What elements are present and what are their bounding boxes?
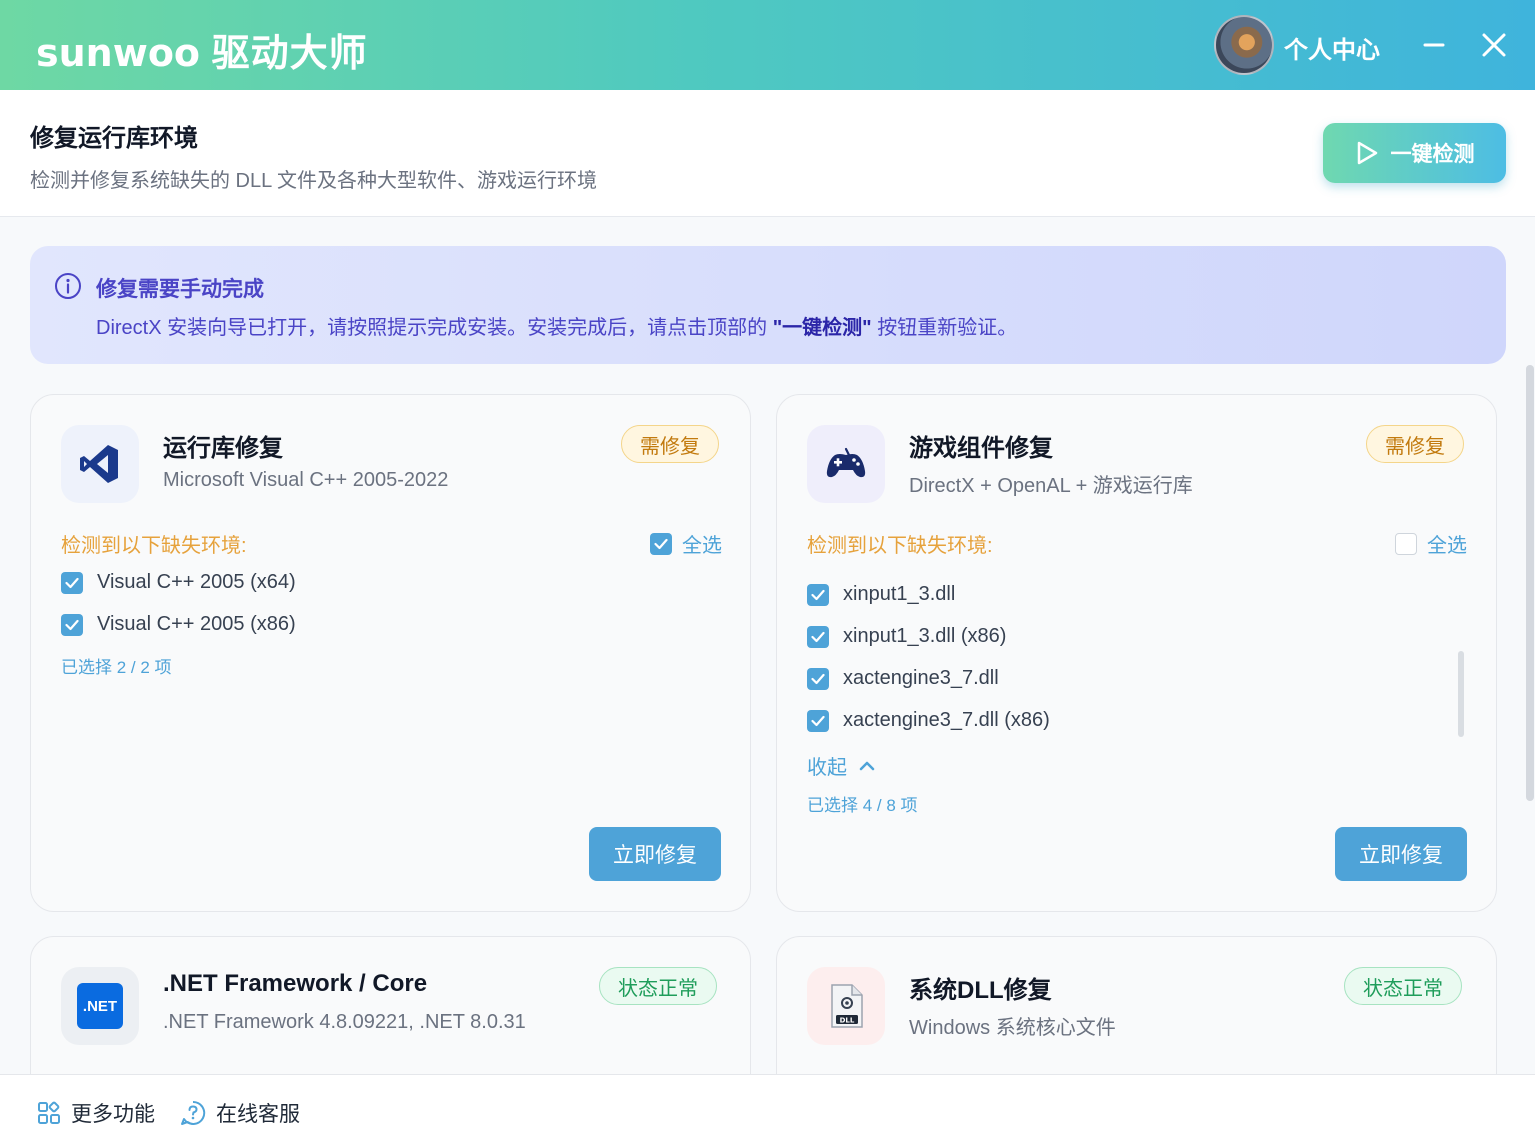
- minimize-icon: [1423, 43, 1445, 47]
- online-support-link[interactable]: 在线客服: [180, 1098, 300, 1128]
- card-icon-wrap: .NET: [61, 967, 139, 1045]
- missing-env-label: 检测到以下缺失环境:: [807, 535, 993, 557]
- missing-item-checkbox[interactable]: Visual C++ 2005 (x64): [61, 571, 296, 594]
- missing-item-checkbox[interactable]: xinput1_3.dll (x86): [807, 625, 1006, 648]
- notice-banner: 修复需要手动完成 DirectX 安装向导已打开，请按照提示完成安装。安装完成后…: [30, 246, 1506, 364]
- brand-name-en: sunwoo: [36, 31, 201, 75]
- selected-count: 已选择 2 / 2 项: [61, 658, 172, 677]
- app-logo: sunwoo 驱动大师: [36, 22, 368, 77]
- card-title: 游戏组件修复: [909, 435, 1053, 462]
- svg-text:DLL: DLL: [840, 1017, 855, 1025]
- visual-studio-icon: [80, 445, 118, 483]
- missing-item-checkbox[interactable]: Visual C++ 2005 (x86): [61, 613, 296, 636]
- select-all-label: 全选: [1427, 535, 1467, 557]
- repair-now-button[interactable]: 立即修复: [589, 827, 721, 881]
- info-icon: [55, 273, 81, 299]
- card-subtitle: Windows 系统核心文件: [909, 1017, 1116, 1039]
- play-icon: [1357, 141, 1377, 165]
- list-scrollbar[interactable]: [1458, 651, 1464, 737]
- game-component-repair-card: 游戏组件修复 DirectX + OpenAL + 游戏运行库 需修复 检测到以…: [776, 394, 1497, 912]
- title-bar: sunwoo 驱动大师 个人中心: [0, 0, 1535, 90]
- checkbox-checked-icon: [807, 709, 829, 732]
- missing-env-label: 检测到以下缺失环境:: [61, 535, 247, 557]
- card-title: 运行库修复: [163, 435, 283, 462]
- dotnet-icon: .NET: [77, 983, 123, 1029]
- checkbox-checked-icon: [650, 532, 672, 555]
- help-circle-icon: [181, 1100, 206, 1125]
- select-all-checkbox[interactable]: 全选: [650, 529, 722, 558]
- more-features-label: 更多功能: [71, 1103, 155, 1126]
- footer-bar: 更多功能 在线客服: [0, 1074, 1535, 1145]
- repair-now-button[interactable]: 立即修复: [1335, 827, 1467, 881]
- missing-item-checkbox[interactable]: xinput1_3.dll: [807, 583, 955, 606]
- card-icon-wrap: DLL: [807, 967, 885, 1045]
- selected-count: 已选择 4 / 8 项: [807, 796, 918, 815]
- close-icon: [1482, 33, 1506, 57]
- page-subtitle: 检测并修复系统缺失的 DLL 文件及各种大型软件、游戏运行环境: [30, 170, 598, 192]
- checkbox-checked-icon: [807, 667, 829, 690]
- missing-item-label: Visual C++ 2005 (x64): [97, 571, 296, 593]
- missing-item-label: Visual C++ 2005 (x86): [97, 613, 296, 635]
- notice-title: 修复需要手动完成: [96, 278, 264, 301]
- avatar[interactable]: [1214, 15, 1274, 75]
- page-scrollbar[interactable]: [1526, 365, 1534, 801]
- select-all-label: 全选: [682, 535, 722, 557]
- missing-item-label: xinput1_3.dll (x86): [843, 625, 1007, 647]
- card-title: .NET Framework / Core: [163, 970, 428, 997]
- status-badge: 状态正常: [1344, 967, 1462, 1005]
- one-click-detect-button[interactable]: 一键检测: [1323, 123, 1506, 183]
- card-icon-wrap: [807, 425, 885, 503]
- dll-file-icon: DLL: [831, 984, 863, 1028]
- status-badge: 需修复: [1366, 425, 1464, 463]
- missing-item-checkbox[interactable]: xactengine3_7.dll: [807, 667, 999, 690]
- online-support-label: 在线客服: [216, 1103, 300, 1126]
- more-features-link[interactable]: 更多功能: [37, 1098, 155, 1128]
- status-badge: 状态正常: [599, 967, 717, 1005]
- status-badge: 需修复: [621, 425, 719, 463]
- chevron-up-icon: [859, 761, 875, 770]
- collapse-toggle[interactable]: 收起: [807, 751, 875, 780]
- card-title: 系统DLL修复: [909, 977, 1052, 1004]
- checkbox-checked-icon: [807, 583, 829, 606]
- user-center-link[interactable]: 个人中心: [1284, 30, 1380, 65]
- checkbox-checked-icon: [61, 571, 83, 594]
- missing-item-checkbox[interactable]: xactengine3_7.dll (x86): [807, 709, 1050, 732]
- runtime-repair-card: 运行库修复 Microsoft Visual C++ 2005-2022 需修复…: [30, 394, 751, 912]
- page-title: 修复运行库环境: [30, 125, 198, 152]
- card-subtitle: Microsoft Visual C++ 2005-2022: [163, 469, 449, 491]
- card-icon-wrap: [61, 425, 139, 503]
- card-subtitle: .NET Framework 4.8.09221, .NET 8.0.31: [163, 1011, 526, 1033]
- page-header: 修复运行库环境 检测并修复系统缺失的 DLL 文件及各种大型软件、游戏运行环境 …: [0, 90, 1535, 217]
- missing-item-label: xinput1_3.dll: [843, 583, 956, 605]
- select-all-checkbox[interactable]: 全选: [1395, 529, 1467, 558]
- apps-grid-icon: [38, 1101, 60, 1124]
- minimize-button[interactable]: [1412, 22, 1456, 68]
- system-dll-card: DLL 系统DLL修复 Windows 系统核心文件 状态正常: [776, 936, 1497, 1074]
- missing-item-label: xactengine3_7.dll: [843, 667, 999, 689]
- content-area[interactable]: 修复需要手动完成 DirectX 安装向导已打开，请按照提示完成安装。安装完成后…: [0, 217, 1535, 1074]
- gamepad-icon: [826, 447, 866, 478]
- brand-name-cn: 驱动大师: [211, 33, 368, 75]
- card-subtitle: DirectX + OpenAL + 游戏运行库: [909, 475, 1193, 497]
- detect-button-label: 一键检测: [1390, 143, 1475, 166]
- checkbox-checked-icon: [807, 625, 829, 648]
- notice-body: DirectX 安装向导已打开，请按照提示完成安装。安装完成后，请点击顶部的 "…: [96, 317, 1018, 339]
- checkbox-checked-icon: [61, 613, 83, 636]
- close-button[interactable]: [1472, 22, 1516, 68]
- missing-item-label: xactengine3_7.dll (x86): [843, 709, 1050, 731]
- checkbox-unchecked-icon: [1395, 532, 1417, 555]
- collapse-label: 收起: [807, 757, 847, 779]
- dotnet-card: .NET .NET Framework / Core .NET Framewor…: [30, 936, 751, 1074]
